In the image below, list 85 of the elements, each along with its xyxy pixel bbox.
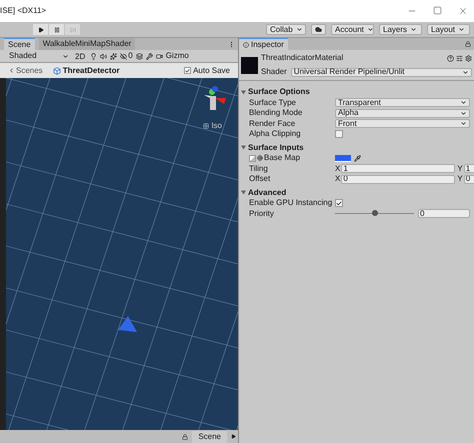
tools-icon[interactable] [146, 52, 153, 60]
layers-icon[interactable] [136, 52, 143, 60]
dropdown-field[interactable]: Alpha [335, 108, 470, 118]
help-icon[interactable] [447, 54, 454, 62]
property-label: Blending Mode [249, 107, 304, 120]
dropdown-field[interactable]: Transparent [335, 98, 470, 108]
toolbar-dropdown[interactable]: Account [331, 24, 374, 35]
close-icon[interactable] [458, 6, 468, 16]
property-label: Enable GPU Instancing [249, 197, 334, 210]
lightbulb-icon[interactable] [90, 52, 98, 60]
projection-label[interactable]: Iso [211, 120, 222, 132]
toolbar-dropdown[interactable]: Collab [266, 24, 306, 35]
maximize-icon[interactable] [433, 6, 442, 15]
panel-tab[interactable]: WalkableMiniMapShader [38, 38, 136, 50]
color-swatch[interactable] [335, 154, 351, 162]
scene-viewport[interactable]: Iso [6, 78, 238, 430]
axis-label: X [335, 162, 340, 175]
grid-icon [203, 123, 210, 129]
cone-shape [118, 316, 137, 332]
pause-button[interactable] [49, 24, 64, 35]
number-field[interactable]: 1 [464, 164, 474, 174]
texture-thumbnail-icon[interactable] [249, 154, 256, 162]
property-label: Offset [249, 173, 272, 186]
property-label: Surface Type [249, 96, 297, 109]
inspector-tab[interactable]: Inspector [239, 38, 288, 50]
gizmos-button[interactable]: Gizmo [166, 50, 189, 62]
material-name: ThreatIndicatorMaterial [261, 52, 344, 64]
dropdown-field[interactable]: Front [335, 119, 470, 128]
number-field[interactable]: 0 [341, 174, 456, 184]
check-icon [336, 200, 342, 207]
lock-icon[interactable] [182, 434, 188, 440]
scene-name: ThreatDetector [62, 64, 120, 76]
step-icon [70, 26, 76, 32]
section-header[interactable]: Surface Options [239, 87, 310, 98]
camera-icon[interactable] [156, 52, 163, 60]
expanded-arrow-icon [241, 190, 246, 196]
property-label: Alpha Clipping [249, 128, 302, 140]
info-icon [243, 42, 249, 48]
number-field[interactable]: 0 [418, 209, 470, 218]
speaker-icon[interactable] [100, 52, 108, 60]
lock-icon[interactable] [465, 41, 471, 47]
play-icon[interactable] [231, 434, 236, 439]
play-icon [38, 26, 44, 32]
checkbox[interactable] [335, 130, 343, 138]
more-icon[interactable] [228, 41, 235, 48]
section-header[interactable]: Surface Inputs [239, 142, 304, 153]
toolbar-dropdown[interactable]: Layout [427, 24, 470, 35]
property-label: Base Map [264, 152, 300, 164]
material-preview [241, 56, 258, 74]
scenes-link[interactable]: Scenes [8, 64, 43, 76]
panel-tab[interactable]: Scene [192, 430, 227, 442]
section-header[interactable]: Advanced [239, 188, 286, 198]
number-field[interactable]: 0 [464, 174, 474, 184]
axis-label: Y [457, 162, 463, 175]
pause-icon [54, 26, 60, 32]
slider-thumb[interactable] [372, 210, 378, 216]
shader-dropdown[interactable]: Universal Render Pipeline/Unlit [290, 68, 472, 76]
checkbox[interactable] [335, 199, 343, 208]
property-label: Priority [249, 208, 275, 220]
2d-toggle[interactable]: 2D [73, 51, 88, 61]
play-button[interactable] [33, 24, 48, 35]
shading-dropdown[interactable]: Shaded [8, 51, 70, 61]
hidden-objects-button[interactable]: 0 [120, 50, 133, 62]
cloud-icon [315, 26, 322, 33]
presets-icon[interactable] [456, 54, 463, 62]
toolbar-dropdown[interactable]: Layers [379, 24, 422, 35]
axis-label: X [335, 173, 340, 186]
eyedropper-icon[interactable] [354, 154, 361, 162]
cloud-button[interactable] [311, 24, 326, 35]
cube-icon [52, 66, 61, 74]
expanded-arrow-icon [241, 145, 246, 150]
effects-icon[interactable] [110, 52, 118, 60]
check-icon [185, 68, 190, 74]
target-icon[interactable] [257, 155, 263, 162]
number-field[interactable]: 1 [341, 164, 456, 174]
axis-label: Y [457, 173, 463, 186]
property-label: Tiling [249, 162, 269, 175]
panel-tab[interactable]: Scene [4, 38, 35, 50]
settings-icon[interactable] [465, 54, 472, 62]
shader-label: Shader [261, 66, 287, 78]
property-label: Render Face [249, 118, 296, 130]
expanded-arrow-icon [241, 90, 246, 95]
back-icon [8, 67, 15, 74]
window-title: ISE] <DX11> [0, 5, 46, 17]
auto-save-toggle[interactable]: Auto Save [184, 64, 230, 76]
